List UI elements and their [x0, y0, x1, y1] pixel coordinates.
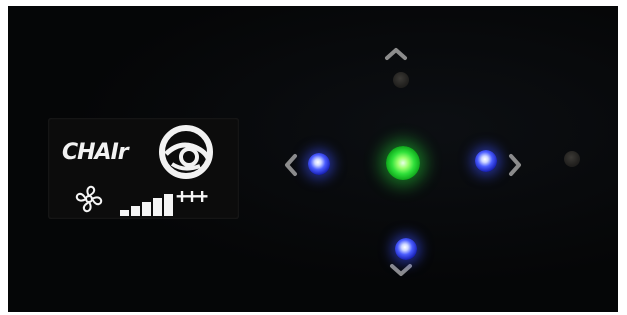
boost-indicator: +++ — [176, 184, 208, 208]
chevron-up-icon — [385, 48, 407, 60]
fan-speed-bar — [120, 210, 129, 216]
chevron-down-icon — [390, 264, 412, 276]
chevron-right-icon — [509, 154, 521, 176]
right-button-led[interactable] — [475, 150, 497, 172]
left-button-led[interactable] — [308, 153, 330, 175]
fan-speed-bar — [153, 198, 162, 216]
control-panel-photo: CHAIr +++ — [8, 6, 618, 312]
fan-icon — [75, 185, 103, 213]
oled-display: CHAIr +++ — [48, 118, 239, 219]
fan-speed-bar — [164, 194, 173, 216]
up-button-led[interactable] — [393, 72, 409, 88]
fan-speed-bar — [142, 202, 151, 216]
center-button-led[interactable] — [386, 146, 420, 180]
down-button-led[interactable] — [395, 238, 417, 260]
brand-text: CHAIr — [62, 140, 129, 165]
fan-speed-bar — [131, 206, 140, 216]
chevron-left-icon — [285, 154, 297, 176]
power-button-led[interactable] — [564, 151, 580, 167]
brand-logo-icon — [159, 125, 213, 179]
fan-speed-bars — [120, 194, 173, 216]
